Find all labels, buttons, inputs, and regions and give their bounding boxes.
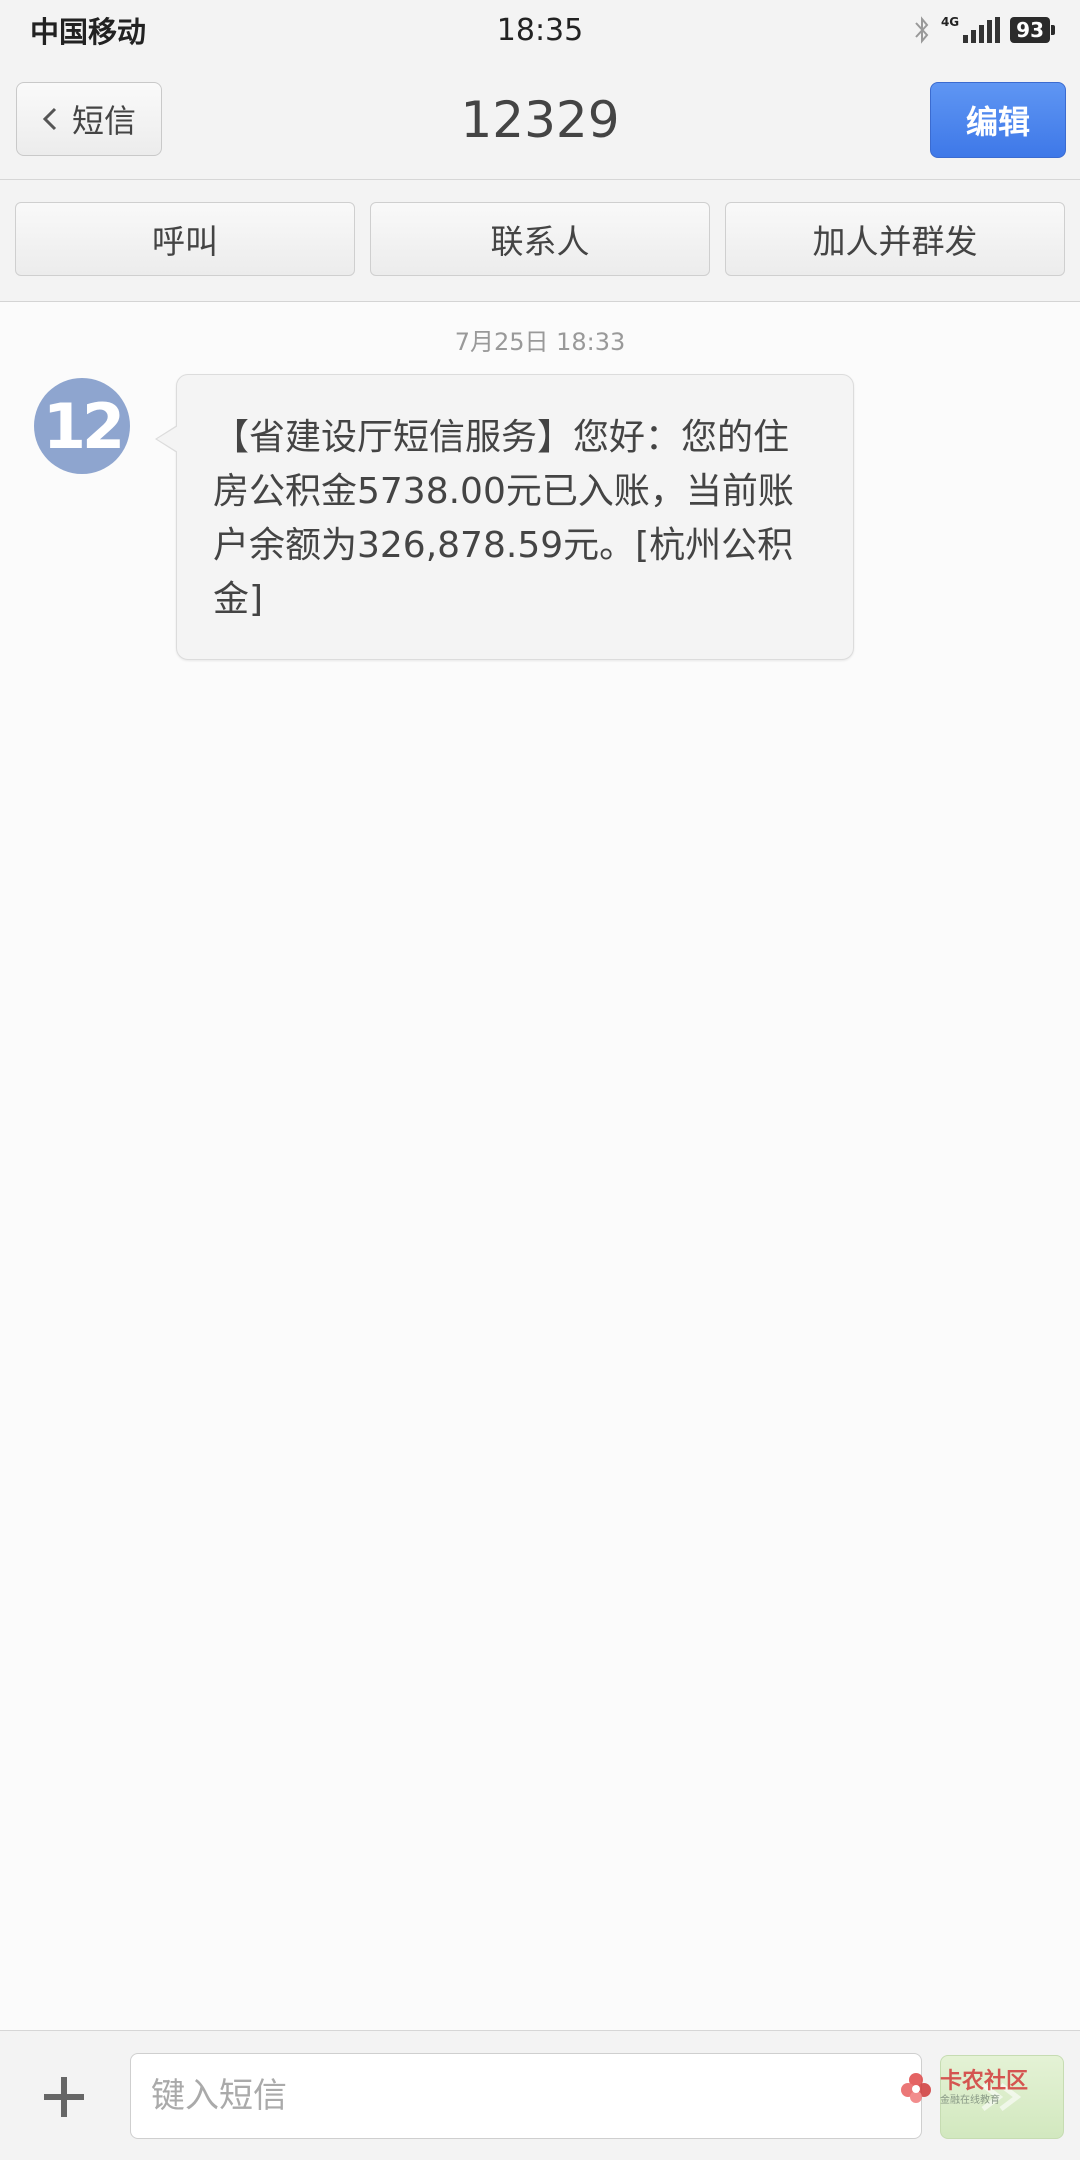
nav-header: 短信 12329 编辑 — [0, 60, 1080, 180]
add-attachment-button[interactable] — [28, 2061, 100, 2133]
chevron-left-icon — [42, 107, 57, 131]
status-bar: 中国移动 18:35 4G 93 — [0, 0, 1080, 60]
status-icons: 4G 93 — [913, 15, 1055, 45]
avatar-text: 12 — [42, 389, 125, 463]
edit-button[interactable]: 编辑 — [930, 82, 1066, 158]
network-type: 4G — [940, 15, 960, 29]
action-bar: 呼叫 联系人 加人并群发 — [0, 180, 1080, 302]
sms-conversation-screen: 中国移动 18:35 4G 93 短信 12329 编辑 呼叫 联系人 加人并群… — [0, 0, 1080, 2160]
message-bubble[interactable]: 【省建设厅短信服务】您好：您的住房公积金5738.00元已入账，当前账户余额为3… — [155, 374, 854, 660]
battery-icon: 93 — [1010, 17, 1055, 43]
watermark-title: 卡农社区 — [940, 2068, 1029, 2094]
back-button-label: 短信 — [71, 102, 136, 140]
message-input[interactable] — [130, 2053, 922, 2139]
group-send-button[interactable]: 加人并群发 — [725, 202, 1065, 276]
flower-logo-icon — [901, 2073, 931, 2103]
plus-icon — [44, 2077, 84, 2117]
contact-button[interactable]: 联系人 — [370, 202, 710, 276]
call-button[interactable]: 呼叫 — [15, 202, 355, 276]
watermark-subtitle: 金融在线教育 — [940, 2094, 1000, 2106]
carrier-name: 中国移动 — [30, 15, 147, 49]
bluetooth-icon — [915, 16, 929, 44]
watermark: 卡农社区 金融在线教育 — [898, 2070, 1028, 2106]
page-title: 12329 — [460, 91, 620, 149]
signal-icon — [963, 17, 1001, 43]
message-timestamp: 7月25日 18:33 — [454, 328, 626, 356]
message-text: 【省建设厅短信服务】您好：您的住房公积金5738.00元已入账，当前账户余额为3… — [213, 417, 794, 620]
back-button[interactable]: 短信 — [16, 82, 162, 156]
avatar[interactable]: 12 — [34, 378, 130, 474]
